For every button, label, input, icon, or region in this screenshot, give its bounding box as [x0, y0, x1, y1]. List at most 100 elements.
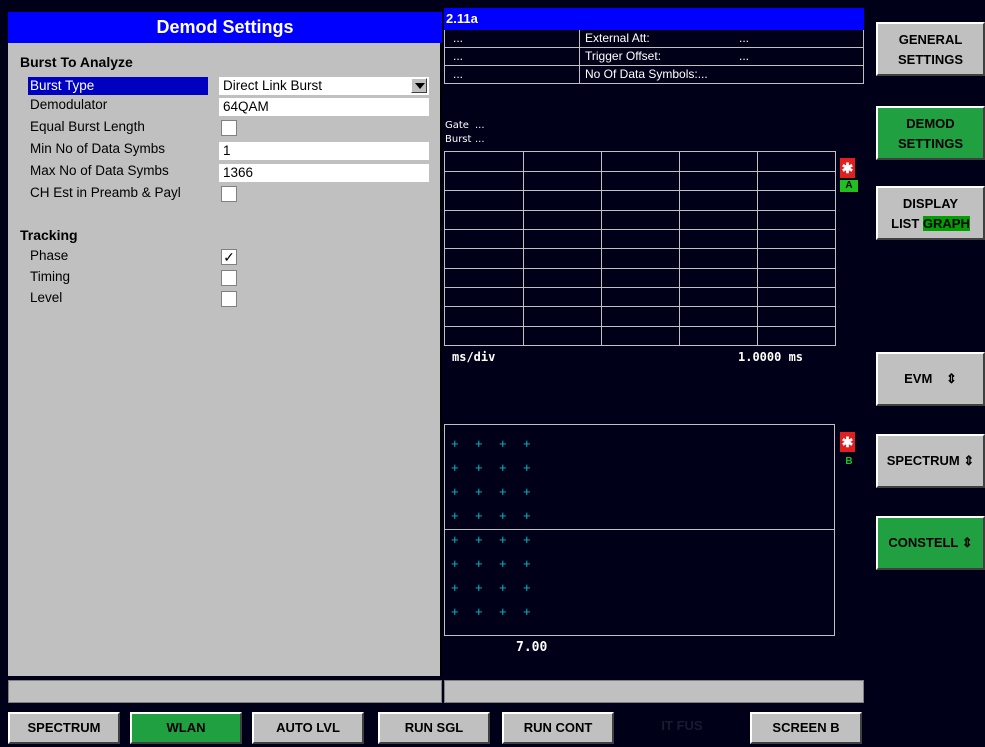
constellation-point: +	[451, 556, 459, 571]
burst-type-label[interactable]: Burst Type	[28, 77, 208, 95]
external-att-value: ...	[739, 31, 750, 45]
level-checkbox[interactable]	[221, 291, 237, 307]
x-axis-unit: ms/div	[452, 350, 496, 364]
section-burst-to-analyze: Burst To Analyze	[20, 54, 133, 70]
softkey-line: DISPLAY	[902, 196, 959, 211]
softkey-line: LIST GRAPH	[878, 214, 983, 234]
header-row-2-left: ...	[453, 49, 464, 63]
demodulator-label: Demodulator	[30, 97, 108, 112]
evm-softkey[interactable]: EVM ⇕	[876, 352, 985, 406]
constellation-point: +	[499, 556, 507, 571]
burst-type-select[interactable]: Direct Link Burst	[219, 77, 429, 95]
demodulator-field[interactable]: 64QAM	[219, 98, 429, 116]
gridline	[445, 326, 835, 327]
gridline	[445, 171, 835, 172]
burst-type-value: Direct Link Burst	[223, 78, 323, 93]
gridline	[445, 268, 835, 269]
dialog-title: Demod Settings	[8, 12, 442, 43]
softkey-line: DEMOD	[906, 116, 955, 131]
list-option: LIST	[891, 216, 920, 231]
gridline	[445, 248, 835, 249]
diagram-a-grid	[444, 151, 836, 346]
constellation-point: +	[499, 604, 507, 619]
timing-label: Timing	[30, 269, 71, 284]
hotkey-auto-lvl[interactable]: AUTO LVL	[252, 712, 364, 744]
constellation-point: +	[475, 556, 483, 571]
softkey-label: CONSTELL	[888, 535, 959, 550]
diagram-b-constellation: + + + + + + + + + + + + + + + + + + + + + + + + + + + + + + + +	[444, 424, 835, 636]
trigger-offset-label: Trigger Offset:	[585, 49, 662, 63]
timing-checkbox[interactable]	[221, 270, 237, 286]
constellation-point: +	[499, 460, 507, 475]
header-row-1: ... External Att: ...	[444, 30, 864, 48]
constellation-point: +	[475, 508, 483, 523]
constellation-point: +	[475, 580, 483, 595]
constellation-point: +	[523, 532, 531, 547]
constellation-point: +	[523, 484, 531, 499]
constellation-point: +	[451, 532, 459, 547]
header-separator	[579, 66, 580, 83]
phase-checkbox[interactable]: ✓	[221, 249, 237, 265]
header-row-1-left: ...	[453, 31, 464, 45]
screen-title: 2.11a	[444, 8, 864, 30]
hotkey-run-cont[interactable]: RUN CONT	[502, 712, 614, 744]
min-data-symbs-field[interactable]: 1	[219, 142, 429, 160]
constellation-point: +	[475, 436, 483, 451]
x-axis-span: 1.0000 ms	[738, 350, 804, 364]
constellation-point: +	[475, 604, 483, 619]
hotkey-spectrum[interactable]: SPECTRUM	[8, 712, 120, 744]
equal-burst-length-checkbox[interactable]	[221, 120, 237, 136]
hotkey-run-sgl[interactable]: RUN SGL	[378, 712, 490, 744]
demod-settings-dialog: Demod Settings Burst To Analyze Burst Ty…	[8, 12, 442, 676]
general-settings-softkey[interactable]: GENERAL SETTINGS	[876, 22, 985, 76]
burst-value: ...	[475, 134, 485, 145]
gate-value: ...	[475, 120, 485, 131]
toggle-arrow-icon: ⇕	[961, 535, 973, 550]
gridline	[445, 190, 835, 191]
constellation-point: +	[523, 436, 531, 451]
constellation-point: +	[499, 508, 507, 523]
constellation-point: +	[499, 580, 507, 595]
constellation-point: +	[499, 436, 507, 451]
header-row-2: ... Trigger Offset: ...	[444, 48, 864, 66]
constellation-point: +	[451, 484, 459, 499]
trace-a-tag: A	[840, 180, 858, 192]
equal-burst-length-label: Equal Burst Length	[30, 119, 145, 134]
trigger-offset-value: ...	[739, 49, 750, 63]
spectrum-softkey[interactable]: SPECTRUM ⇕	[876, 434, 985, 488]
constellation-point: +	[475, 532, 483, 547]
max-data-symbs-label: Max No of Data Symbs	[30, 163, 169, 178]
constellation-point: +	[499, 532, 507, 547]
burst-label: Burst	[445, 134, 472, 145]
toggle-arrow-icon: ⇕	[963, 453, 975, 468]
constellation-point: +	[499, 484, 507, 499]
toggle-arrow-icon: ⇕	[945, 371, 957, 386]
constellation-point: +	[475, 484, 483, 499]
trace-b-tag: B	[845, 456, 853, 467]
graph-option: GRAPH	[922, 216, 970, 231]
constell-softkey[interactable]: CONSTELL ⇕	[876, 516, 985, 570]
ch-est-checkbox[interactable]	[221, 186, 237, 202]
status-bar-right	[444, 680, 864, 703]
phase-label: Phase	[30, 248, 69, 263]
external-att-label: External Att:	[585, 31, 650, 45]
hotkey-screen-b[interactable]: SCREEN B	[750, 712, 862, 744]
softkey-label: EVM	[904, 371, 933, 386]
hotkey-wlan[interactable]: WLAN	[130, 712, 242, 744]
trace-b-marker-icon: ✱	[840, 432, 855, 452]
constellation-point: +	[451, 436, 459, 451]
demod-settings-softkey[interactable]: DEMOD SETTINGS	[876, 106, 985, 160]
header-separator	[579, 48, 580, 65]
gridline	[445, 229, 835, 230]
constellation-point: +	[451, 580, 459, 595]
constellation-point: +	[451, 508, 459, 523]
constellation-point: +	[523, 604, 531, 619]
display-list-graph-softkey[interactable]: DISPLAY LIST GRAPH	[876, 186, 985, 240]
max-data-symbs-field[interactable]: 1366	[219, 164, 429, 182]
softkey-line: GENERAL	[898, 32, 963, 47]
chevron-down-icon[interactable]	[411, 78, 427, 93]
gridline	[445, 287, 835, 288]
hotkey-disabled: IT FUS	[661, 718, 703, 733]
gridline	[445, 210, 835, 211]
constellation-point: +	[523, 460, 531, 475]
